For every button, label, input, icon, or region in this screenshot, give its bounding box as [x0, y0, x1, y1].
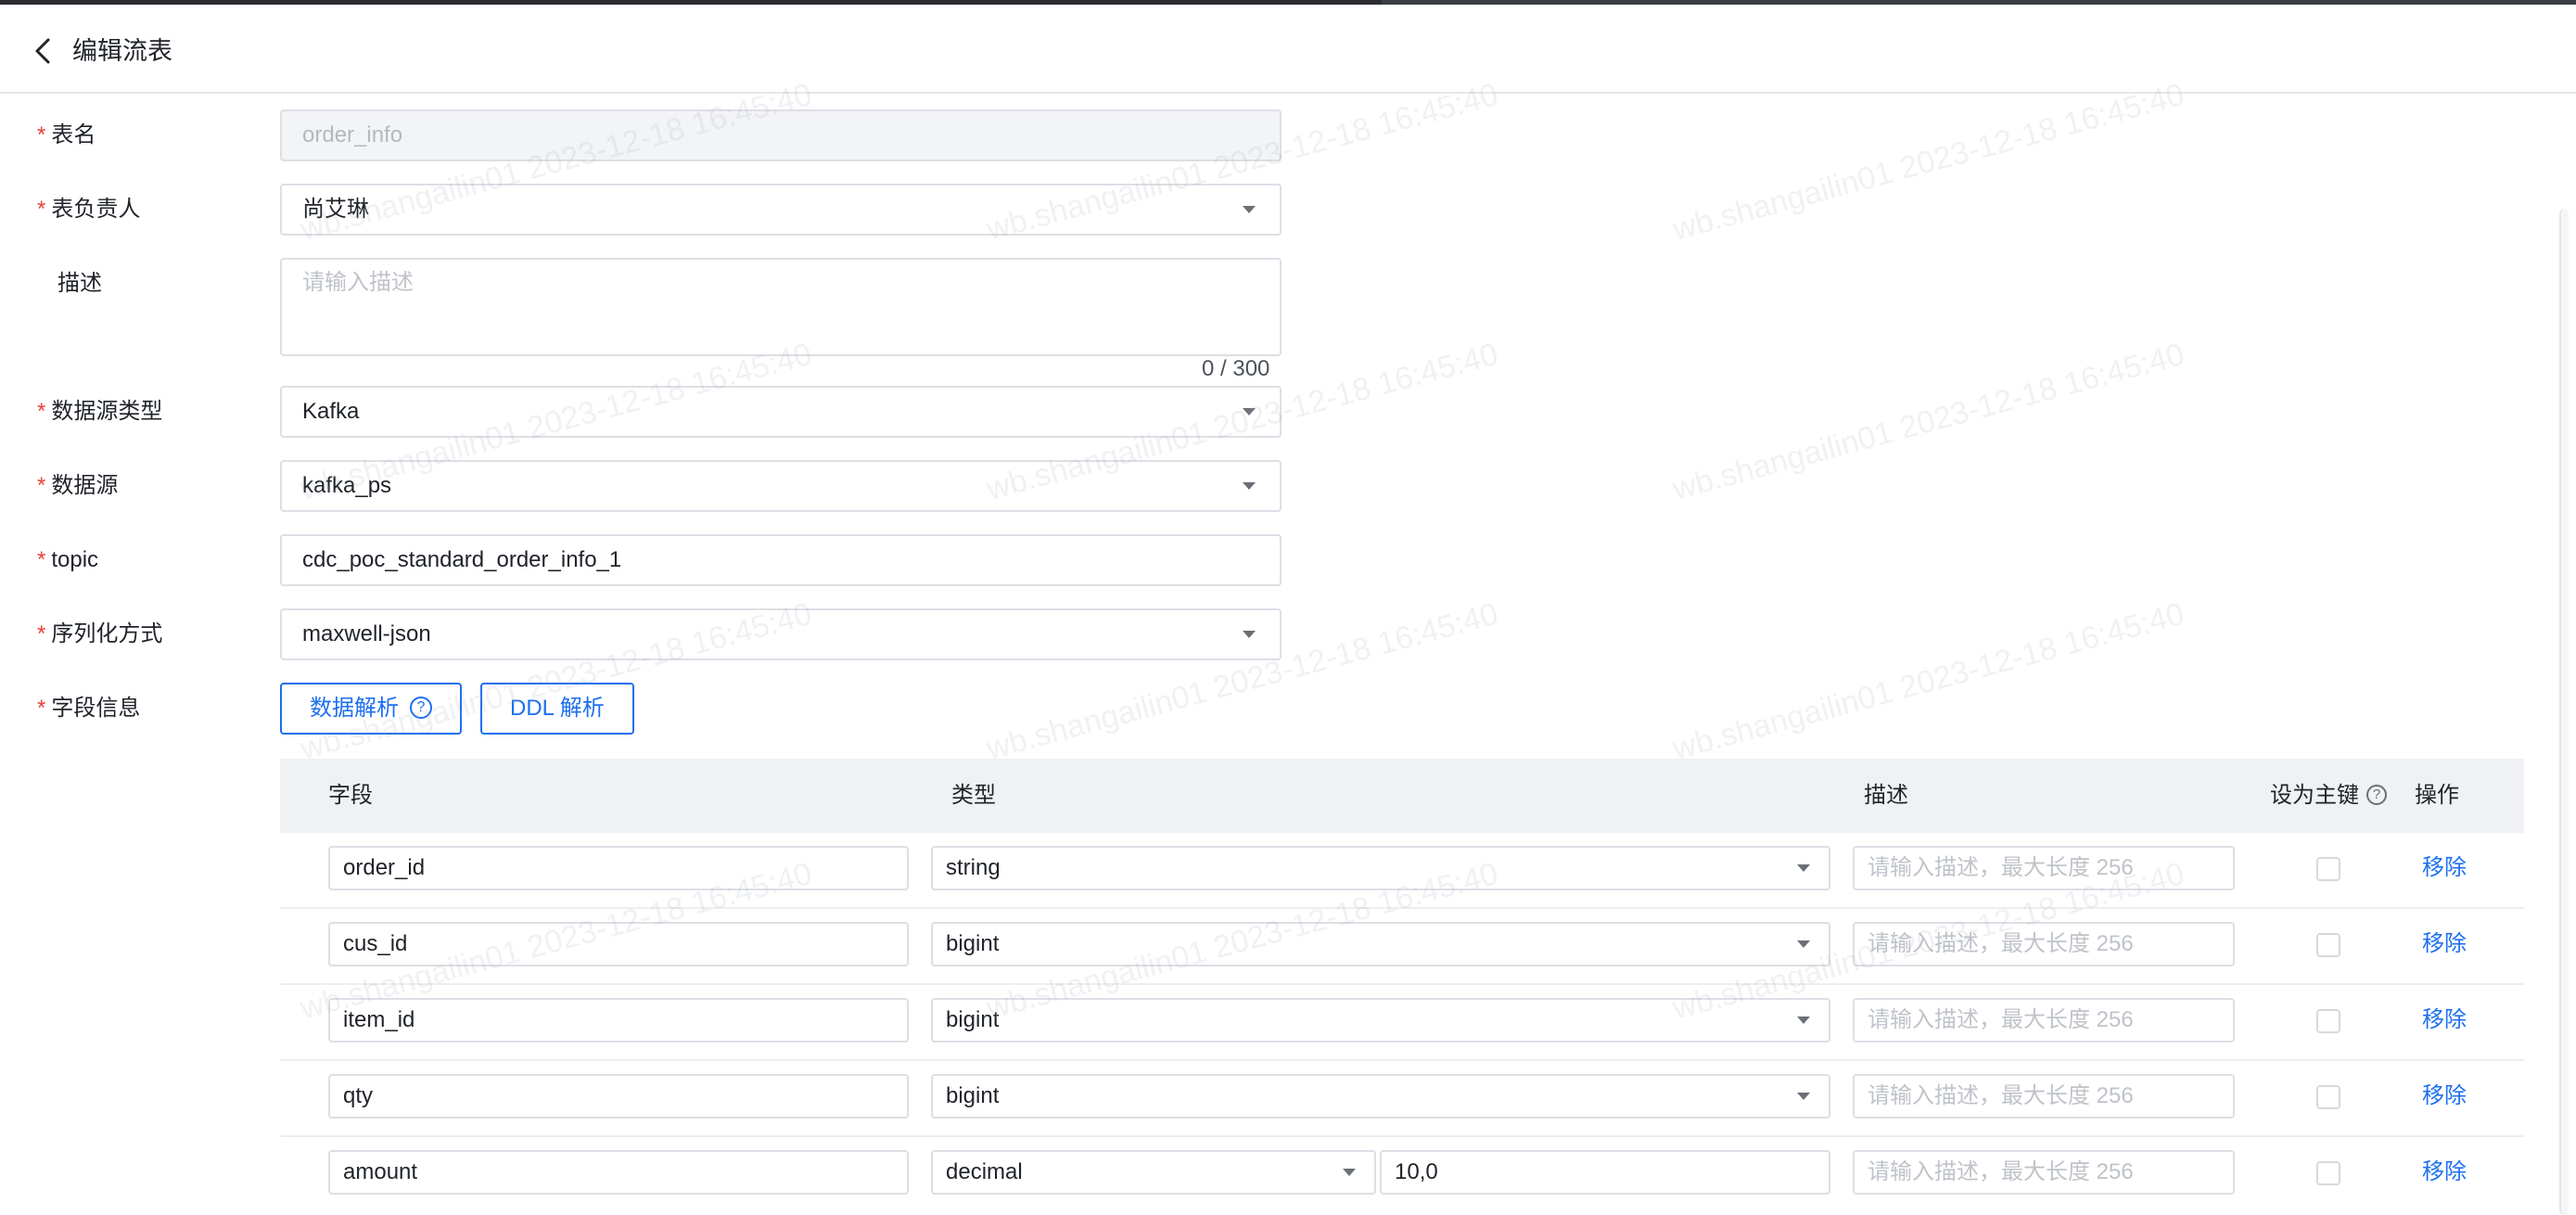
form-row-source-type: * 数据源类型 Kafka: [0, 386, 1298, 441]
data-parse-button[interactable]: 数据解析?: [280, 683, 462, 735]
column-header-type: 类型: [951, 783, 996, 808]
caret-down-icon: [1243, 631, 1256, 638]
fields-info-label: * 字段信息: [37, 696, 141, 721]
vertical-scrollbar[interactable]: [2559, 209, 2569, 1215]
decimal-precision-input[interactable]: 10,0: [1380, 1150, 1830, 1195]
caret-down-icon: [1797, 1093, 1810, 1100]
watermark: wb.shangailin01 2023-12-18 16:45:40: [1669, 336, 2188, 507]
field-description-input[interactable]: 请输入描述，最大长度 256: [1853, 922, 2235, 966]
primary-key-checkbox[interactable]: [2316, 857, 2340, 881]
remove-row-link[interactable]: 移除: [2422, 1004, 2467, 1037]
table-row: qty bigint 请输入描述，最大长度 256 移除: [280, 1061, 2524, 1137]
required-mark: *: [37, 621, 46, 646]
field-type-select[interactable]: bigint: [931, 1074, 1830, 1119]
form-row-table-name: * 表名 order_info: [0, 109, 1298, 165]
field-name-input[interactable]: item_id: [328, 998, 909, 1042]
primary-key-checkbox[interactable]: [2316, 1085, 2340, 1109]
remove-row-link[interactable]: 移除: [2422, 1080, 2467, 1113]
field-name-input[interactable]: qty: [328, 1074, 909, 1119]
caret-down-icon: [1797, 864, 1810, 872]
field-description-input[interactable]: 请输入描述，最大长度 256: [1853, 1150, 2235, 1195]
source-type-select-value: Kafka: [302, 399, 360, 424]
remove-row-link[interactable]: 移除: [2422, 1156, 2467, 1189]
form-row-topic: * topic cdc_poc_standard_order_info_1: [0, 534, 1298, 590]
field-name-input[interactable]: order_id: [328, 846, 909, 890]
remove-row-link[interactable]: 移除: [2422, 851, 2467, 885]
column-header-primary-key: 设为主键?: [2270, 779, 2387, 812]
serialization-label: * 序列化方式: [37, 621, 163, 646]
field-description-input[interactable]: 请输入描述，最大长度 256: [1853, 998, 2235, 1042]
remove-row-link[interactable]: 移除: [2422, 927, 2467, 961]
owner-select-value: 尚艾琳: [302, 197, 369, 222]
column-header-description: 描述: [1864, 783, 1908, 808]
form-row-fields-info: * 字段信息 数据解析? DDL 解析: [0, 683, 1298, 738]
field-type-select[interactable]: bigint: [931, 922, 1830, 966]
required-mark: *: [37, 122, 46, 147]
owner-label: * 表负责人: [37, 197, 141, 222]
help-circle-icon[interactable]: ?: [410, 696, 432, 719]
form-row-description: 描述 请输入描述 0 / 300: [0, 258, 1298, 388]
caret-down-icon: [1243, 482, 1256, 490]
source-select[interactable]: kafka_ps: [280, 460, 1282, 512]
ddl-parse-button[interactable]: DDL 解析: [480, 683, 634, 735]
required-mark: *: [37, 197, 46, 222]
field-name-input[interactable]: cus_id: [328, 922, 909, 966]
form-row-source: * 数据源 kafka_ps: [0, 460, 1298, 516]
back-arrow-icon[interactable]: [30, 32, 56, 70]
field-description-input[interactable]: 请输入描述，最大长度 256: [1853, 1074, 2235, 1119]
caret-down-icon: [1243, 408, 1256, 416]
field-type-select[interactable]: bigint: [931, 998, 1830, 1042]
primary-key-checkbox[interactable]: [2316, 1009, 2340, 1033]
source-label: * 数据源: [37, 473, 119, 498]
table-row: order_id string 请输入描述，最大长度 256 移除: [280, 833, 2524, 909]
required-mark: *: [37, 473, 46, 498]
description-char-counter: 0 / 300: [1202, 356, 1270, 381]
caret-down-icon: [1797, 940, 1810, 948]
form-row-serialization: * 序列化方式 maxwell-json: [0, 608, 1298, 664]
column-header-field: 字段: [328, 783, 373, 808]
caret-down-icon: [1243, 206, 1256, 213]
watermark: wb.shangailin01 2023-12-18 16:45:40: [1669, 76, 2188, 248]
field-description-input[interactable]: 请输入描述，最大长度 256: [1853, 846, 2235, 890]
description-textarea[interactable]: 请输入描述: [280, 258, 1282, 356]
table-row: amount decimal 10,0 请输入描述，最大长度 256 移除: [280, 1137, 2524, 1213]
description-label: 描述: [57, 271, 102, 296]
table-row: cus_id bigint 请输入描述，最大长度 256 移除: [280, 909, 2524, 985]
watermark: wb.shangailin01 2023-12-18 16:45:40: [1669, 595, 2188, 767]
field-type-select[interactable]: decimal: [931, 1150, 1376, 1195]
caret-down-icon: [1343, 1169, 1356, 1176]
owner-select[interactable]: 尚艾琳: [280, 184, 1282, 236]
table-row: item_id bigint 请输入描述，最大长度 256 移除: [280, 985, 2524, 1061]
table-name-input[interactable]: order_info: [280, 109, 1282, 161]
page-title: 编辑流表: [72, 37, 172, 65]
column-header-action: 操作: [2415, 783, 2459, 808]
topic-label: * topic: [37, 547, 99, 572]
field-type-select[interactable]: string: [931, 846, 1830, 890]
table-name-label: * 表名: [37, 122, 96, 147]
form-row-owner: * 表负责人 尚艾琳: [0, 184, 1298, 239]
topic-input[interactable]: cdc_poc_standard_order_info_1: [280, 534, 1282, 586]
primary-key-checkbox[interactable]: [2316, 1161, 2340, 1185]
required-mark: *: [37, 696, 46, 721]
serialization-select-value: maxwell-json: [302, 621, 431, 646]
primary-key-checkbox[interactable]: [2316, 933, 2340, 957]
serialization-select[interactable]: maxwell-json: [280, 608, 1282, 660]
fields-table-header: 字段 类型 描述 设为主键? 操作: [280, 759, 2524, 833]
field-name-input[interactable]: amount: [328, 1150, 909, 1195]
caret-down-icon: [1797, 1017, 1810, 1024]
page-header: 编辑流表: [0, 5, 2576, 94]
required-mark: *: [37, 547, 46, 572]
source-select-value: kafka_ps: [302, 473, 392, 498]
help-circle-icon[interactable]: ?: [2366, 784, 2387, 805]
source-type-select[interactable]: Kafka: [280, 386, 1282, 438]
source-type-label: * 数据源类型: [37, 399, 163, 424]
required-mark: *: [37, 399, 46, 424]
